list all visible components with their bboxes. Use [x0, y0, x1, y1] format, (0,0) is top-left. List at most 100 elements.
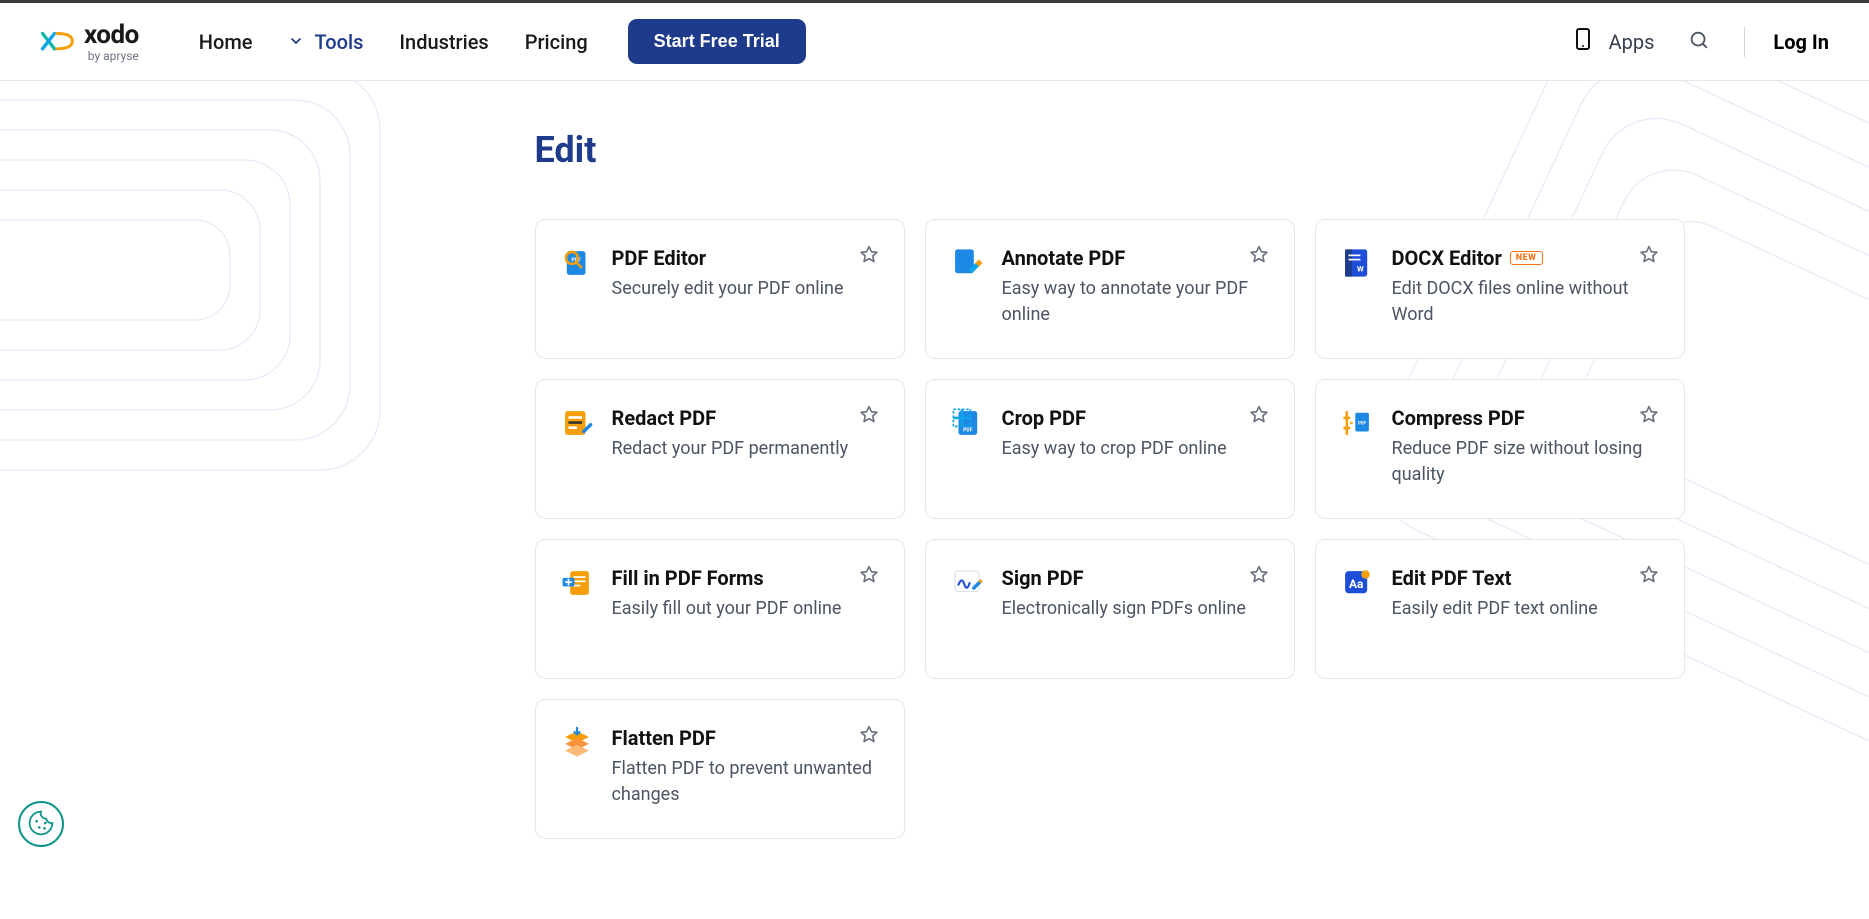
star-icon: [1248, 414, 1270, 429]
text-icon: Aa: [1340, 566, 1374, 600]
tool-card-description: Easily edit PDF text online: [1392, 596, 1660, 622]
favorite-button[interactable]: [854, 240, 884, 273]
apps-link[interactable]: Apps: [1571, 24, 1655, 59]
header-right: Apps Log In: [1571, 23, 1829, 60]
favorite-button[interactable]: [1244, 400, 1274, 433]
tool-card-title: Fill in PDF Forms: [612, 566, 880, 590]
brand-logo[interactable]: xodo by apryse: [40, 22, 139, 62]
flatten-icon: [560, 726, 594, 760]
crop-icon: PDF: [950, 406, 984, 440]
nav-tools[interactable]: Tools: [288, 30, 363, 54]
header-divider: [1744, 27, 1745, 57]
apps-label: Apps: [1609, 30, 1655, 54]
tool-card-body: Edit PDF Text Easily edit PDF text online: [1392, 566, 1660, 652]
favorite-button[interactable]: [1634, 400, 1664, 433]
tool-card-pdf-editor[interactable]: PDFPDF EditorSecurely edit your PDF onli…: [535, 219, 905, 359]
tool-card-annotate-pdf[interactable]: Annotate PDF Easy way to annotate your PD…: [925, 219, 1295, 359]
tool-card-description: Easy way to crop PDF online: [1002, 436, 1270, 462]
tool-card-description: Reduce PDF size without losing quality: [1392, 436, 1660, 488]
tool-card-title-text: DOCX Editor: [1392, 246, 1502, 270]
tool-card-edit-text[interactable]: Aa Edit PDF Text Easily edit PDF text onli…: [1315, 539, 1685, 679]
favorite-button[interactable]: [854, 560, 884, 593]
forms-icon: [560, 566, 594, 600]
tool-card-title: Edit PDF Text: [1392, 566, 1660, 590]
search-icon: [1688, 29, 1710, 54]
tool-card-description: Flatten PDF to prevent unwanted changes: [612, 756, 880, 808]
tool-card-title: Sign PDF: [1002, 566, 1270, 590]
tool-card-body: Crop PDF Easy way to crop PDF online: [1002, 406, 1270, 492]
tool-card-title-text: PDF Editor: [612, 246, 707, 270]
tools-grid: PDF PDF Editor Securely edit your PDF onli…: [535, 219, 1735, 839]
main-content: Edit PDF PDF Editor Securely edit your PDF…: [135, 81, 1735, 919]
tool-card-description: Securely edit your PDF online: [612, 276, 880, 302]
tool-card-title: Compress PDF: [1392, 406, 1660, 430]
star-icon: [858, 574, 880, 589]
tool-card-title: DOCX EditorNEW: [1392, 246, 1660, 270]
tool-card-title-text: Sign PDF: [1002, 566, 1084, 590]
nav-pricing[interactable]: Pricing: [525, 30, 588, 54]
svg-text:Aa: Aa: [1348, 577, 1362, 591]
star-icon: [858, 414, 880, 429]
tool-card-description: Easy way to annotate your PDF online: [1002, 276, 1270, 328]
app-header: xodo by apryse Home Tools Industries Pri…: [0, 3, 1869, 81]
star-icon: [858, 734, 880, 749]
tool-card-body: Fill in PDF Forms Easily fill out your PD…: [612, 566, 880, 652]
mobile-icon: [1571, 24, 1595, 59]
tool-card-compress-pdf[interactable]: PDF Compress PDF Reduce PDF size without l…: [1315, 379, 1685, 519]
tool-card-title-text: Fill in PDF Forms: [612, 566, 764, 590]
docx-icon: W: [1340, 246, 1374, 280]
star-icon: [1248, 254, 1270, 269]
tool-card-body: Redact PDFRedact your PDF permanently: [612, 406, 880, 492]
star-icon: [1638, 414, 1660, 429]
tool-card-description: Electronically sign PDFs online: [1002, 596, 1270, 622]
tool-card-body: Flatten PDF Flatten PDF to prevent unwant…: [612, 726, 880, 812]
tool-card-description: Edit DOCX files online without Word: [1392, 276, 1660, 328]
tool-card-title: Annotate PDF: [1002, 246, 1270, 270]
tool-card-crop-pdf[interactable]: PDF Crop PDF Easy way to crop PDF online: [925, 379, 1295, 519]
favorite-button[interactable]: [1244, 560, 1274, 593]
star-icon: [858, 254, 880, 269]
tool-card-body: Annotate PDF Easy way to annotate your PD…: [1002, 246, 1270, 332]
tool-card-flatten-pdf[interactable]: Flatten PDF Flatten PDF to prevent unwant…: [535, 699, 905, 839]
tool-card-title-text: Edit PDF Text: [1392, 566, 1512, 590]
nav-pricing-label: Pricing: [525, 30, 588, 54]
tool-card-title-text: Annotate PDF: [1002, 246, 1126, 270]
svg-text:W: W: [1357, 265, 1364, 274]
tool-card-docx-editor[interactable]: W DOCX EditorNEW Edit DOCX files online wi…: [1315, 219, 1685, 359]
nav-industries[interactable]: Industries: [399, 30, 488, 54]
star-icon: [1638, 574, 1660, 589]
nav-tools-label: Tools: [314, 30, 363, 54]
search-button[interactable]: [1682, 23, 1716, 60]
primary-nav: Home Tools Industries Pricing: [199, 30, 588, 54]
favorite-button[interactable]: [1244, 240, 1274, 273]
cookie-preferences-button[interactable]: [18, 801, 64, 847]
favorite-button[interactable]: [1634, 240, 1664, 273]
xodo-logo-icon: [40, 25, 74, 59]
brand-name: xodo: [84, 22, 139, 48]
nav-industries-label: Industries: [399, 30, 488, 54]
nav-home[interactable]: Home: [199, 30, 253, 54]
tool-card-redact-pdf[interactable]: Redact PDFRedact your PDF permanently: [535, 379, 905, 519]
start-free-trial-button[interactable]: Start Free Trial: [628, 19, 806, 64]
svg-text:PDF: PDF: [963, 428, 973, 434]
favorite-button[interactable]: [854, 720, 884, 753]
nav-home-label: Home: [199, 30, 253, 54]
tool-card-body: Compress PDF Reduce PDF size without losi…: [1392, 406, 1660, 492]
favorite-button[interactable]: [1634, 560, 1664, 593]
tool-card-title: Crop PDF: [1002, 406, 1270, 430]
star-icon: [1248, 574, 1270, 589]
compress-icon: PDF: [1340, 406, 1374, 440]
tool-card-title-text: Crop PDF: [1002, 406, 1086, 430]
tool-card-body: Sign PDF Electronically sign PDFs online: [1002, 566, 1270, 652]
tool-card-title: Flatten PDF: [612, 726, 880, 750]
section-title: Edit: [535, 129, 1735, 171]
login-link[interactable]: Log In: [1773, 30, 1829, 54]
cookie-icon: [27, 809, 55, 840]
tool-card-title-text: Redact PDF: [612, 406, 717, 430]
redact-icon: [560, 406, 594, 440]
tool-card-sign-pdf[interactable]: Sign PDF Electronically sign PDFs online: [925, 539, 1295, 679]
favorite-button[interactable]: [854, 400, 884, 433]
tool-card-description: Easily fill out your PDF online: [612, 596, 880, 622]
tool-card-fill-forms[interactable]: Fill in PDF Forms Easily fill out your PD…: [535, 539, 905, 679]
tool-card-body: PDF Editor Securely edit your PDF online: [612, 246, 880, 332]
